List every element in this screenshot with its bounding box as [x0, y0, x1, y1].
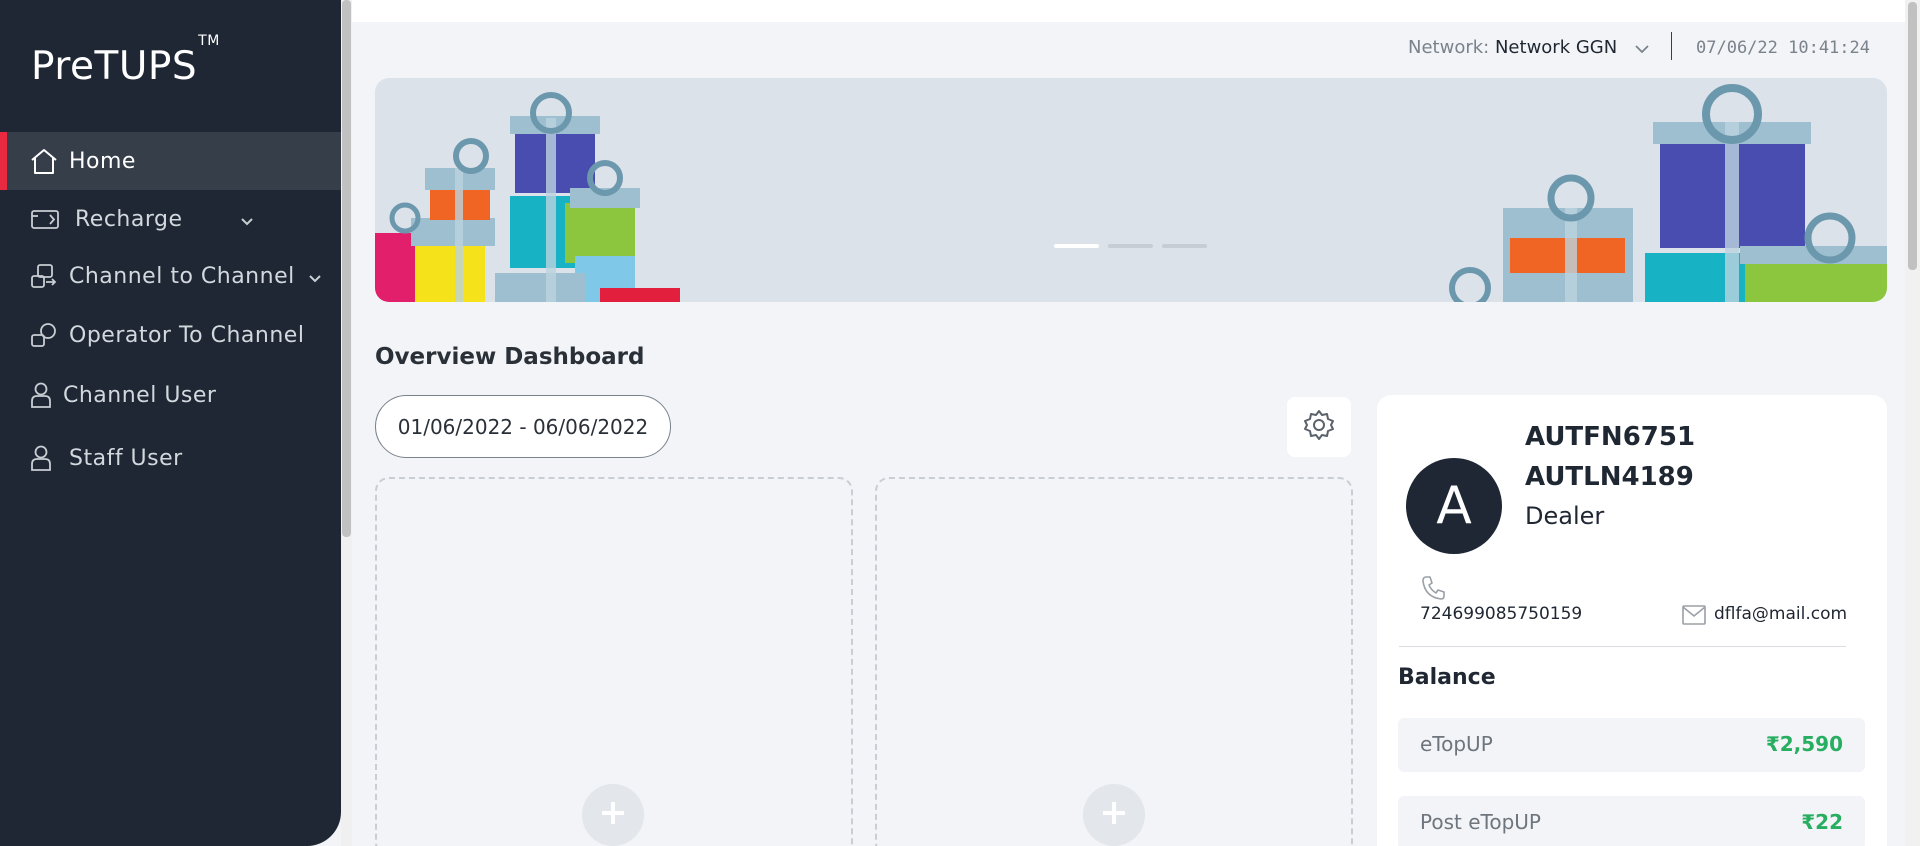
carousel-dot-3[interactable] — [1162, 244, 1207, 248]
channel-transfer-icon — [29, 262, 59, 290]
page-scrollbar[interactable] — [1905, 0, 1920, 846]
recharge-icon — [30, 205, 60, 233]
sidebar-item-operator-to-channel[interactable]: Operator To Channel — [0, 306, 341, 364]
user-icon — [29, 381, 59, 409]
user-last-name: AUTLN4189 — [1525, 462, 1694, 492]
network-selector[interactable]: Network: Network GGN — [1408, 37, 1617, 58]
sidebar-item-home[interactable]: Home — [0, 132, 341, 190]
user-phone: 724699085750159 — [1420, 604, 1583, 624]
plus-icon — [598, 798, 628, 833]
network-value: Network GGN — [1494, 37, 1618, 58]
balance-row: eTopUP ₹2,590 — [1398, 718, 1865, 772]
settings-button[interactable] — [1287, 397, 1351, 457]
balance-label: eTopUP — [1420, 732, 1493, 756]
sidebar-item-staff-user[interactable]: Staff User — [0, 429, 341, 487]
chevron-down-icon[interactable] — [306, 269, 324, 287]
sidebar-item-label: Staff User — [69, 445, 183, 471]
user-icon — [29, 444, 59, 472]
home-icon — [29, 147, 59, 175]
chevron-down-icon[interactable] — [238, 212, 256, 230]
gear-icon — [1302, 408, 1336, 447]
sidebar-item-label: Home — [69, 148, 136, 174]
user-role: Dealer — [1525, 502, 1605, 530]
page-title: Overview Dashboard — [375, 344, 645, 370]
balance-title: Balance — [1398, 665, 1496, 690]
balance-amount: ₹22 — [1801, 810, 1843, 834]
avatar: A — [1406, 458, 1502, 554]
add-widget-button[interactable] — [1083, 784, 1145, 846]
carousel-dot-2[interactable] — [1108, 244, 1153, 248]
operator-transfer-icon — [29, 321, 59, 349]
datetime-display: 07/06/22 10:41:24 — [1696, 38, 1870, 58]
balance-label: Post eTopUP — [1420, 810, 1541, 834]
top-strip — [352, 0, 1905, 22]
sidebar-item-label: Channel to Channel — [69, 263, 295, 289]
scrollbar-thumb[interactable] — [1908, 2, 1917, 270]
sidebar-item-recharge[interactable]: Recharge — [0, 190, 341, 248]
card-divider — [1399, 646, 1846, 647]
date-range-picker[interactable]: 01/06/2022 - 06/06/2022 — [375, 395, 671, 458]
sidebar-item-label: Channel User — [63, 382, 217, 408]
balance-amount: ₹2,590 — [1765, 732, 1843, 756]
mail-icon — [1681, 604, 1707, 626]
sidebar-item-channel-to-channel[interactable]: Channel to Channel — [0, 247, 341, 305]
user-email: dflfa@mail.com — [1714, 604, 1848, 624]
sidebar-item-label: Recharge — [75, 206, 183, 232]
chevron-down-icon[interactable] — [1633, 40, 1651, 58]
promo-banner[interactable] — [375, 78, 1887, 302]
balance-row: Post eTopUP ₹22 — [1398, 796, 1865, 846]
network-label: Network: — [1408, 37, 1490, 58]
add-widget-button[interactable] — [582, 784, 644, 846]
sidebar-item-channel-user[interactable]: Channel User — [0, 366, 341, 424]
header-divider — [1671, 32, 1672, 60]
phone-icon — [1420, 574, 1448, 602]
sidebar: PreTUPSTM Home Recharge Channel to Chann… — [0, 0, 341, 846]
sidebar-item-label: Operator To Channel — [69, 322, 305, 348]
user-first-name: AUTFN6751 — [1525, 422, 1696, 452]
scrollbar-thumb[interactable] — [342, 0, 351, 537]
plus-icon — [1099, 798, 1129, 833]
gift-boxes-illustration — [375, 84, 1887, 302]
sidebar-scrollbar[interactable] — [341, 0, 352, 846]
app-logo[interactable]: PreTUPSTM — [31, 33, 220, 89]
carousel-dot-1[interactable] — [1054, 244, 1099, 248]
